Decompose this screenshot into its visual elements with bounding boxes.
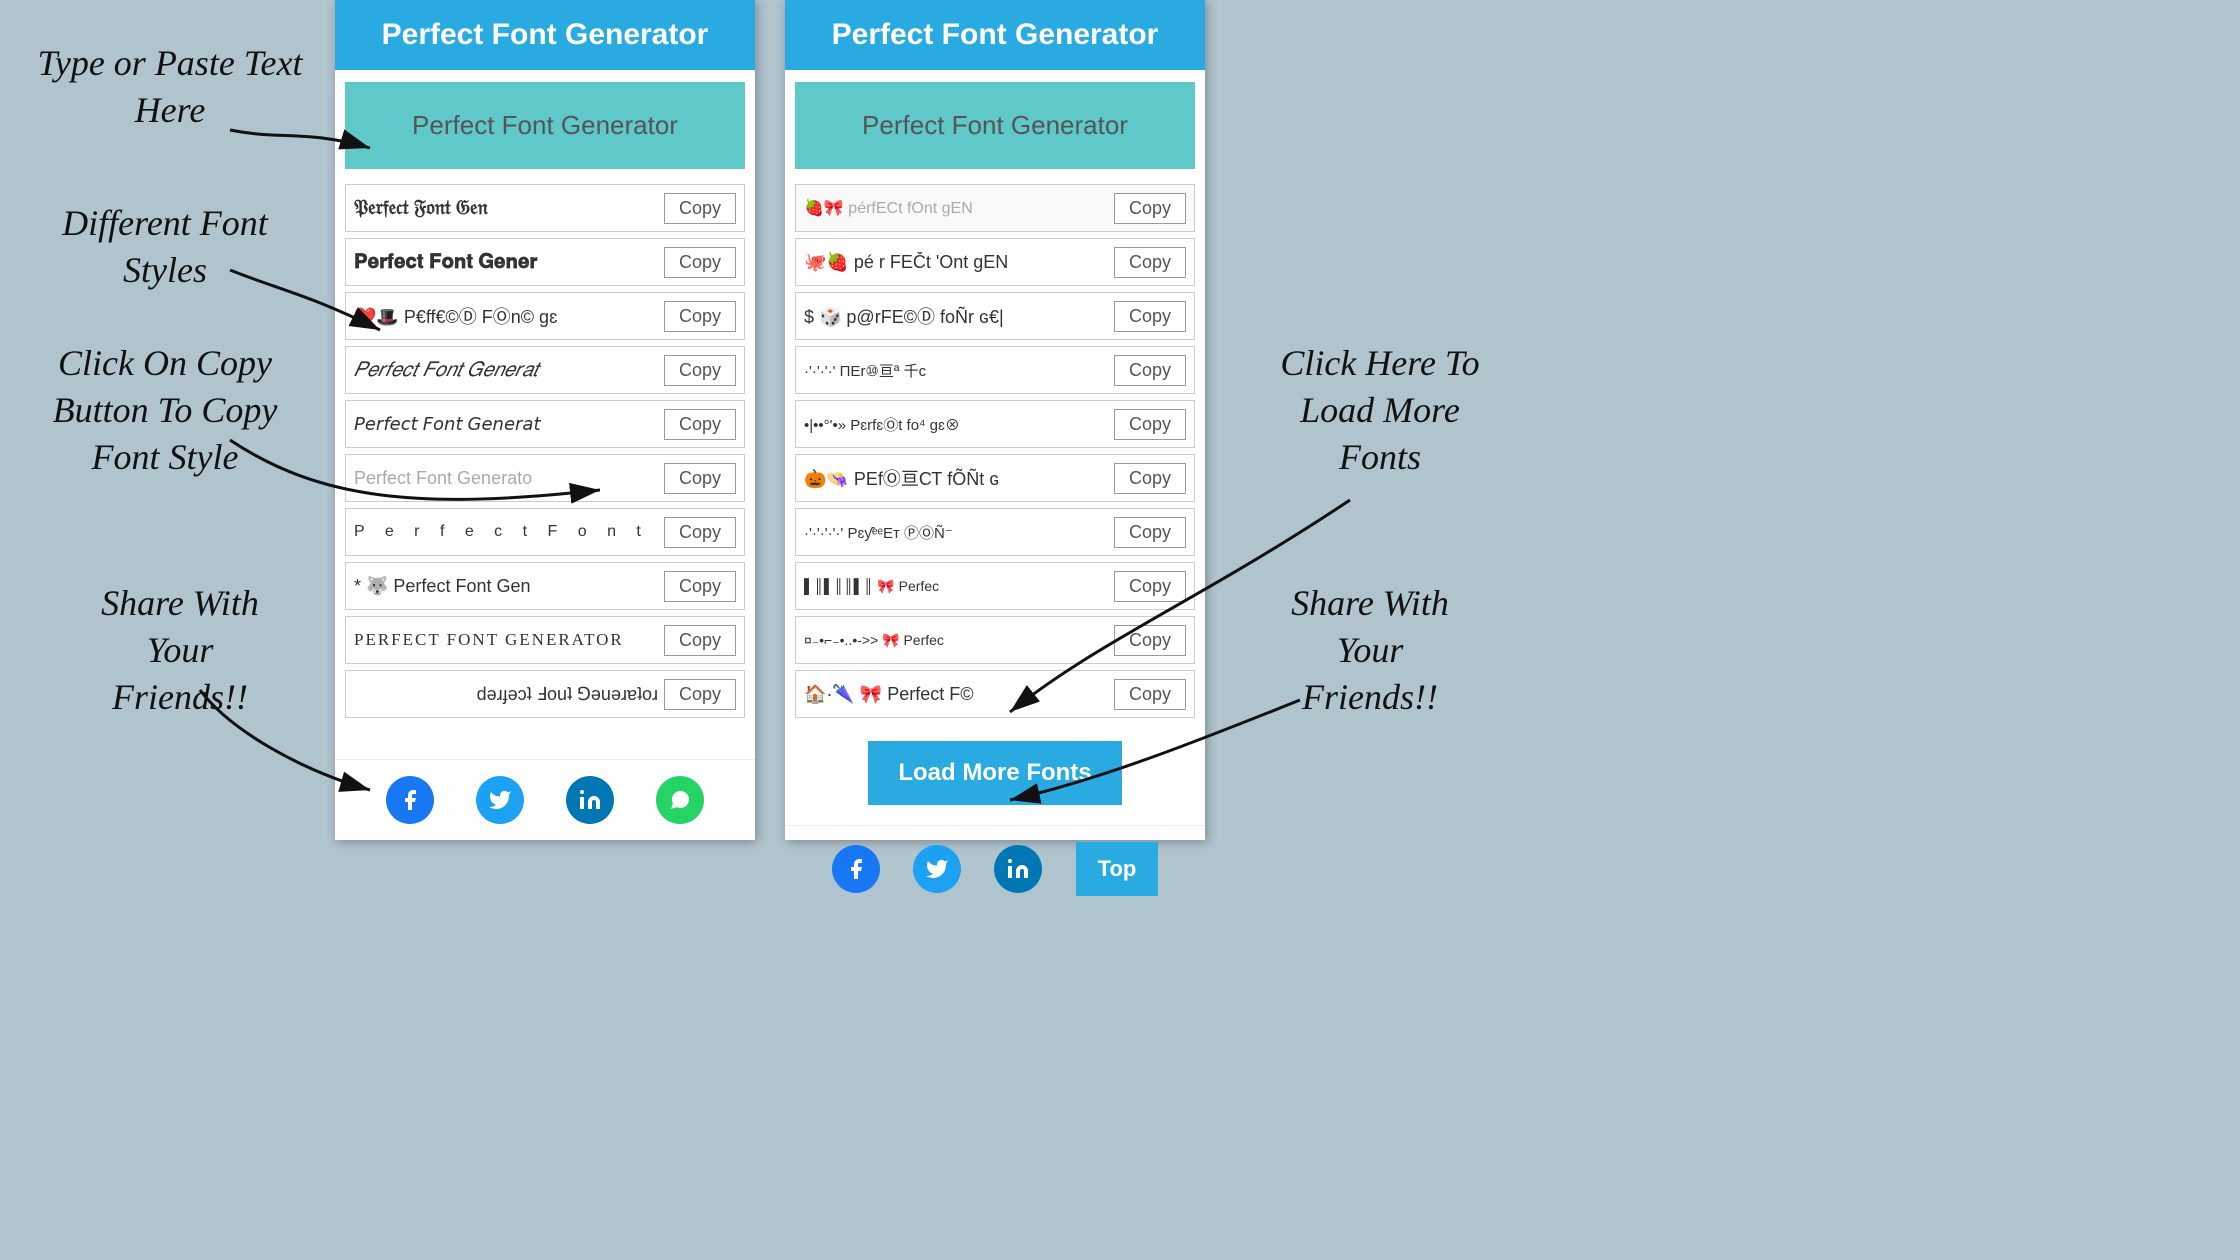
twitter-button[interactable] [476,776,524,824]
linkedin-button-right[interactable] [994,845,1042,893]
font-row: ɹoʇɐɹǝuǝ⅁ ʇuoℲ ʇɔǝɟɹǝd Copy [345,670,745,718]
font-text: •|••°'•» PɛrfɛⓄt fo⁴ gɛ⊗ [804,414,1108,435]
font-text: PERFECT FONT GENERATOR [354,630,658,650]
font-row: ·'·'·'·'·' PɛƴᵉᵉΕт ⓅⓄÑ⁻ Copy [795,508,1195,556]
twitter-button-right[interactable] [913,845,961,893]
annotation-share-right: Share WithYourFriends!! [1220,580,1520,720]
font-row: 𝘗𝘦𝘳𝘧𝘦𝘤𝘵 𝘍𝘰𝘯𝘵 𝘎𝘦𝘯𝘦𝘳𝘢𝘵 Copy [345,400,745,448]
copy-button[interactable]: Copy [664,409,736,440]
copy-button[interactable]: Copy [1114,193,1186,224]
font-row: * 🐺 Perfect Font Gen Copy [345,562,745,610]
copy-button[interactable]: Copy [1114,517,1186,548]
font-row: ▌║▌║║▌║ 🎀 Perfec Copy [795,562,1195,610]
copy-button[interactable]: Copy [1114,625,1186,656]
facebook-button[interactable] [386,776,434,824]
copy-button[interactable]: Copy [1114,301,1186,332]
copy-button[interactable]: Copy [664,301,736,332]
font-row: 🎃👒 PΕfⓄ亘СТ fÕÑt ɢ Copy [795,454,1195,502]
font-text: 🍓🎀 pérfECt fOnt gEN [804,198,1108,218]
font-row: 🍓🎀 pérfECt fOnt gEN Copy [795,184,1195,232]
text-input[interactable] [345,82,745,169]
font-row: PERFECT FONT GENERATOR Copy [345,616,745,664]
whatsapp-button[interactable] [656,776,704,824]
font-text: 𝘗𝘦𝘳𝘧𝘦𝘤𝘵 𝘍𝘰𝘯𝘵 𝘎𝘦𝘯𝘦𝘳𝘢𝘵 [354,414,658,435]
annotation-click-copy: Click On CopyButton To CopyFont Style [10,340,320,480]
font-text: Perfect Font Generato [354,468,658,489]
font-row: P e r f e c t F o n t Copy [345,508,745,556]
font-row: ¤₋•⌐₋•..•->> 🎀 Perfec Copy [795,616,1195,664]
left-phone-panel: Perfect Font Generator 𝔓𝔢𝔯𝔣𝔢𝔠𝔱 𝔉𝔬𝔫𝔱 𝔊𝔢𝔫 … [335,0,755,840]
font-row: $ 🎲 p@rFE©Ⓓ foÑr ɢ€| Copy [795,292,1195,340]
font-text: ¤₋•⌐₋•..•->> 🎀 Perfec [804,632,1108,649]
font-text: ·'·'·'·' ΠEr⑩亘ª 千c [804,360,1108,381]
annotation-share-left: Share WithYourFriends!! [50,580,310,720]
annotation-different-fonts: Different FontStyles [20,200,310,294]
right-phone-panel: Perfect Font Generator 🍓🎀 pérfECt fOnt g… [785,0,1205,840]
font-text: 🏠·🌂 🎀 Perfect F© [804,684,1108,705]
left-panel-header: Perfect Font Generator [335,0,755,70]
font-text: 🐙🍓 pé r FEČt 'Ont gEN [804,252,1108,273]
font-text: P e r f e c t F o n t [354,523,658,541]
top-button[interactable]: Top [1076,842,1159,896]
copy-button[interactable]: Copy [664,571,736,602]
copy-button[interactable]: Copy [664,679,736,710]
font-row: 𝑃𝑒𝑟𝑓𝑒𝑐𝑡 𝐹𝑜𝑛𝑡 𝐺𝑒𝑛𝑒𝑟𝑎𝑡 Copy [345,346,745,394]
copy-button[interactable]: Copy [664,355,736,386]
right-panel-header: Perfect Font Generator [785,0,1205,70]
font-text: 𝑃𝑒𝑟𝑓𝑒𝑐𝑡 𝐹𝑜𝑛𝑡 𝐺𝑒𝑛𝑒𝑟𝑎𝑡 [354,359,658,382]
load-more-button[interactable]: Load More Fonts [868,741,1121,805]
copy-button[interactable]: Copy [1114,571,1186,602]
copy-button[interactable]: Copy [664,625,736,656]
copy-button[interactable]: Copy [664,463,736,494]
font-text: ▌║▌║║▌║ 🎀 Perfec [804,578,1108,595]
font-text: 𝐏𝐞𝐫𝐟𝐞𝐜𝐭 𝐅𝐨𝐧𝐭 𝐆𝐞𝐧𝐞𝐫 [354,251,658,274]
font-text: $ 🎲 p@rFE©Ⓓ foÑr ɢ€| [804,303,1108,329]
font-row: ❤️🎩 P€ff€©Ⓓ FⓄn© gɛ Copy [345,292,745,340]
font-row: ·'·'·'·' ΠEr⑩亘ª 千c Copy [795,346,1195,394]
copy-button[interactable]: Copy [664,193,736,224]
font-row: •|••°'•» PɛrfɛⓄt fo⁴ gɛ⊗ Copy [795,400,1195,448]
copy-button[interactable]: Copy [664,517,736,548]
copy-button[interactable]: Copy [1114,463,1186,494]
font-text: ɹoʇɐɹǝuǝ⅁ ʇuoℲ ʇɔǝɟɹǝd [354,684,658,705]
social-bar-right: Top [785,825,1205,912]
facebook-button-right[interactable] [832,845,880,893]
font-text: 🎃👒 PΕfⓄ亘СТ fÕÑt ɢ [804,465,1108,491]
font-text: ·'·'·'·'·' PɛƴᵉᵉΕт ⓅⓄÑ⁻ [804,522,1108,543]
font-text: ❤️🎩 P€ff€©Ⓓ FⓄn© gɛ [354,303,658,329]
font-row: 🐙🍓 pé r FEČt 'Ont gEN Copy [795,238,1195,286]
annotation-type-paste: Type or Paste TextHere [30,40,310,134]
copy-button[interactable]: Copy [1114,247,1186,278]
annotation-load-more: Click Here ToLoad MoreFonts [1230,340,1530,480]
font-row: 🏠·🌂 🎀 Perfect F© Copy [795,670,1195,718]
social-bar-left [335,759,755,840]
copy-button[interactable]: Copy [1114,409,1186,440]
copy-button[interactable]: Copy [664,247,736,278]
font-text: 𝔓𝔢𝔯𝔣𝔢𝔠𝔱 𝔉𝔬𝔫𝔱 𝔊𝔢𝔫 [354,197,658,220]
copy-button[interactable]: Copy [1114,355,1186,386]
font-row: Perfect Font Generato Copy [345,454,745,502]
font-row: 𝐏𝐞𝐫𝐟𝐞𝐜𝐭 𝐅𝐨𝐧𝐭 𝐆𝐞𝐧𝐞𝐫 Copy [345,238,745,286]
text-input-right[interactable] [795,82,1195,169]
font-row: 𝔓𝔢𝔯𝔣𝔢𝔠𝔱 𝔉𝔬𝔫𝔱 𝔊𝔢𝔫 Copy [345,184,745,232]
font-text: * 🐺 Perfect Font Gen [354,576,658,597]
linkedin-button[interactable] [566,776,614,824]
copy-button[interactable]: Copy [1114,679,1186,710]
